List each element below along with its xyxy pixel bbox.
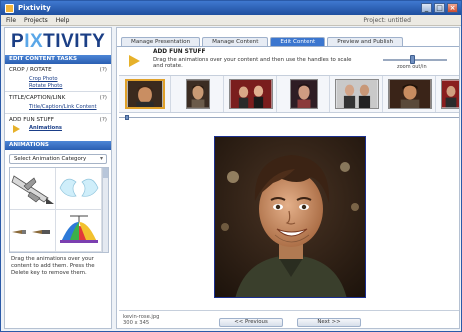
title-caption-link[interactable]: Title/Caption/Link Content — [29, 104, 107, 111]
tab-preview-publish[interactable]: Preview and Publish — [327, 37, 404, 46]
scrollbar-thumb[interactable] — [103, 167, 108, 178]
menu-help[interactable]: Help — [56, 17, 70, 24]
edit-canvas[interactable] — [119, 122, 459, 308]
instructions-title: ADD FUN STUFF — [153, 49, 206, 55]
menu-projects[interactable]: Projects — [24, 17, 48, 24]
animation-propeller-hat[interactable] — [56, 209, 102, 252]
tab-manage-content[interactable]: Manage Content — [202, 37, 269, 46]
minimize-button[interactable]: _ — [421, 3, 432, 13]
window-title: Pixtivity — [18, 4, 51, 12]
task-title: ADD FUN STUFF — [9, 116, 54, 123]
app-window: Pixtivity _ □ × File Projects Help Proje… — [0, 0, 462, 332]
thumbnail-image — [441, 79, 459, 109]
animations-link[interactable]: Animations — [29, 125, 62, 132]
thumbnail-strip — [119, 75, 459, 113]
app-icon — [5, 3, 14, 13]
help-link[interactable]: (?) — [100, 67, 107, 73]
main-photo[interactable] — [214, 136, 366, 298]
thumbnail[interactable] — [119, 76, 171, 112]
title-bar: Pixtivity _ □ × — [1, 1, 461, 15]
rocket-icon — [11, 174, 54, 204]
animations-header: ANIMATIONS — [5, 140, 111, 150]
main-panel: Manage Presentation Manage Content Edit … — [116, 27, 460, 329]
menu-bar: File Projects Help Project: untitled — [1, 15, 461, 26]
task-section-fun: ADD FUN STUFF (?) Animations — [5, 114, 111, 135]
zoom-knob[interactable] — [409, 55, 415, 64]
tab-edit-content[interactable]: Edit Content — [270, 37, 326, 46]
portrait-image — [215, 137, 365, 297]
task-title: CROP / ROTATE — [9, 67, 52, 73]
instructions-bar: ADD FUN STUFF Drag the animations over y… — [119, 48, 459, 74]
thumbnail-scrollbar[interactable] — [119, 115, 459, 120]
thumbnail-image — [186, 79, 210, 109]
tab-manage-presentation[interactable]: Manage Presentation — [121, 37, 201, 46]
arrow-icon — [13, 124, 20, 133]
previous-button[interactable]: << Previous — [219, 318, 283, 327]
thumbnail[interactable] — [331, 76, 383, 112]
animations-grid — [9, 166, 109, 253]
sidebar: P IX TIVITY EDIT CONTENT TASKS CROP / ROTA… — [4, 27, 112, 329]
task-title: TITLE/CAPTION/LINK — [9, 95, 66, 101]
thumbnail-image — [125, 79, 165, 109]
animation-category-select[interactable]: Select Animation Category ▾ — [9, 153, 107, 164]
next-button[interactable]: Next >> — [297, 318, 361, 327]
thumbnail[interactable] — [172, 76, 224, 112]
animation-wings[interactable] — [56, 167, 102, 210]
pixtivity-logo: P IX TIVITY — [11, 30, 106, 52]
help-link[interactable]: (?) — [100, 95, 107, 101]
thumbnail[interactable] — [225, 76, 277, 112]
task-section-crop: CROP / ROTATE (?) Crop Photo Rotate Phot… — [5, 64, 111, 92]
pencils-icon — [12, 229, 50, 234]
menu-file[interactable]: File — [6, 17, 16, 24]
help-link[interactable]: (?) — [100, 117, 107, 123]
file-size: 300 x 345 — [123, 320, 150, 326]
thumbnail[interactable] — [437, 76, 459, 112]
thumbnail-image — [229, 79, 273, 109]
propeller-hat-icon — [60, 215, 98, 243]
maximize-button[interactable]: □ — [434, 3, 445, 13]
animations-help-text: Drag the animations over your content to… — [11, 255, 95, 276]
tab-divider — [117, 46, 459, 47]
footer-bar: kevin-rose.jpg 300 x 345 << Previous Nex… — [119, 310, 459, 328]
tasks-header: EDIT CONTENT TASKS — [5, 55, 111, 64]
chevron-down-icon: ▾ — [99, 154, 103, 162]
close-button[interactable]: × — [447, 3, 458, 13]
scroll-knob[interactable] — [125, 115, 129, 120]
zoom-track — [383, 59, 447, 61]
rotate-photo-link[interactable]: Rotate Photo — [29, 83, 107, 90]
animation-rocket[interactable] — [10, 167, 56, 210]
scroll-track — [119, 117, 459, 118]
project-name: Project: untitled — [363, 16, 411, 24]
arrow-icon — [129, 55, 140, 67]
thumbnail-image — [388, 79, 432, 109]
thumbnail[interactable] — [384, 76, 436, 112]
thumbnail-image — [290, 79, 318, 109]
thumbnail-image — [335, 79, 379, 109]
window-controls: _ □ × — [421, 3, 458, 13]
file-info: kevin-rose.jpg 300 x 345 — [123, 314, 159, 326]
thumbnail[interactable] — [278, 76, 330, 112]
animations-scrollbar[interactable] — [102, 167, 108, 252]
animation-pencils[interactable] — [10, 209, 56, 252]
tab-bar: Manage Presentation Manage Content Edit … — [121, 37, 404, 46]
instructions-text: Drag the animations over your content an… — [153, 57, 352, 70]
zoom-slider[interactable]: zoom out/in — [383, 54, 447, 70]
wings-icon — [59, 178, 99, 197]
zoom-label: zoom out/in — [397, 64, 427, 70]
task-section-title: TITLE/CAPTION/LINK (?) Title/Caption/Lin… — [5, 92, 111, 114]
